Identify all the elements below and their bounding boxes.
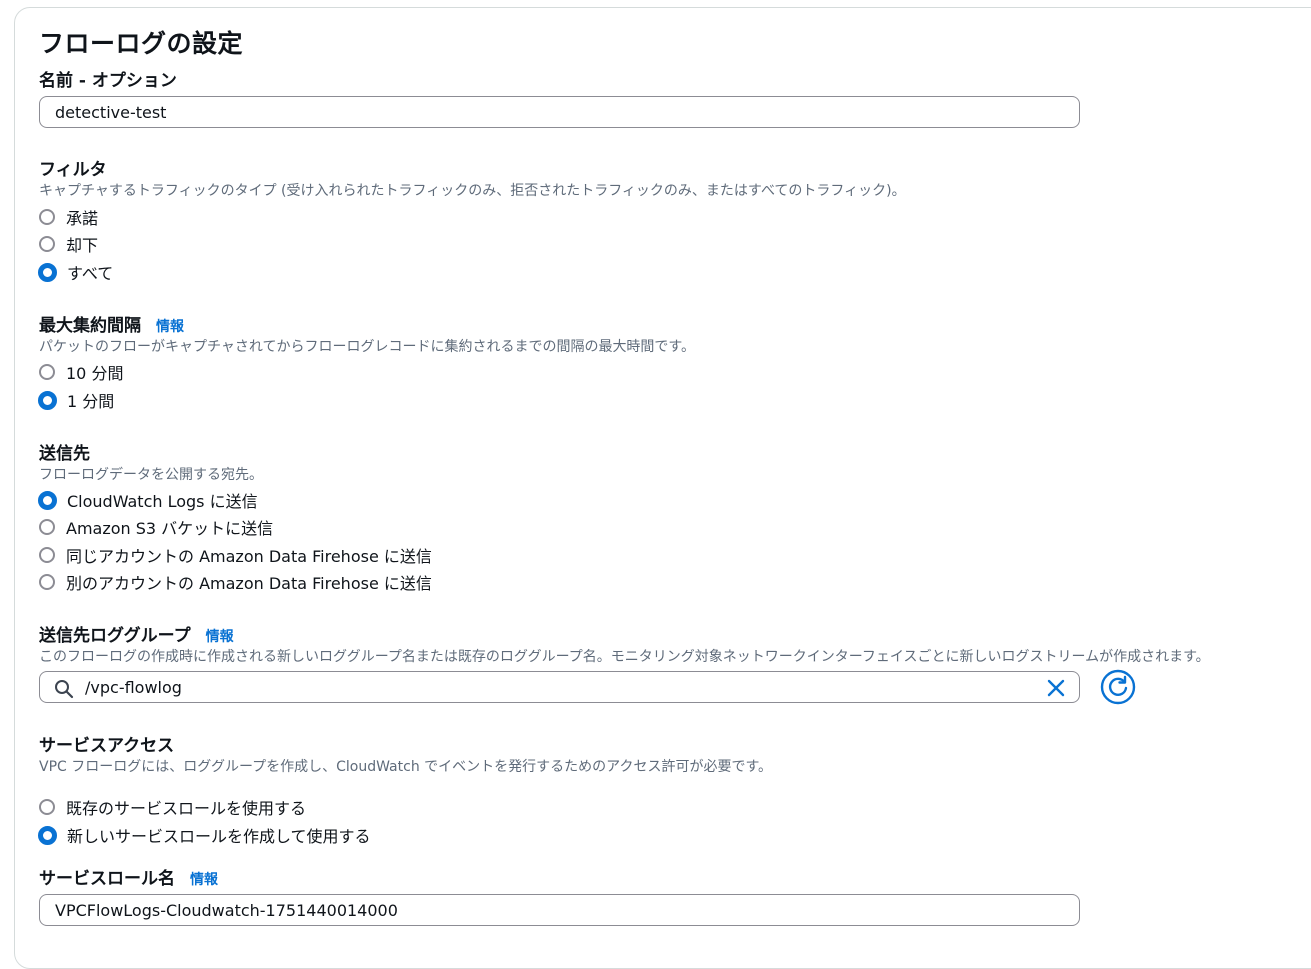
destination-radio-cloudwatch[interactable]: CloudWatch Logs に送信 [38, 488, 258, 512]
service-access-radio-existing[interactable]: 既存のサービスロールを使用する [39, 795, 306, 819]
radio-button[interactable] [39, 799, 55, 815]
name-input[interactable]: detective-test [39, 96, 1080, 128]
role-name-label: サービスロール名 情報 [39, 864, 218, 889]
service-access-radio-new[interactable]: 新しいサービスロールを作成して使用する [38, 823, 371, 847]
log-group-info-link[interactable]: 情報 [206, 626, 234, 646]
aggregation-info-link[interactable]: 情報 [156, 316, 184, 336]
role-name-info-link[interactable]: 情報 [190, 869, 218, 889]
filter-radio-accept[interactable]: 承諾 [39, 205, 98, 229]
role-name-input-value: VPCFlowLogs-Cloudwatch-1751440014000 [55, 900, 398, 920]
service-access-option-label: 新しいサービスロールを作成して使用する [67, 827, 371, 846]
service-access-label: サービスアクセス [39, 731, 174, 756]
radio-button-selected[interactable] [38, 262, 57, 282]
section-title: フローログの設定 [39, 29, 244, 58]
filter-label: フィルタ [39, 155, 107, 180]
log-group-description: このフローログの作成時に作成される新しいロググループ名または既存のロググループ名… [39, 649, 1210, 665]
filter-option-label: 承諾 [66, 209, 99, 228]
filter-radio-all[interactable]: すべて [38, 260, 114, 284]
name-field-label: 名前 - オプション [39, 66, 177, 91]
refresh-icon[interactable] [1100, 669, 1136, 705]
log-group-label-text: 送信先ロググループ [39, 626, 191, 646]
service-access-label-text: サービスアクセス [39, 736, 175, 756]
filter-radio-reject[interactable]: 却下 [39, 232, 98, 256]
filter-option-label: すべて [67, 264, 114, 283]
log-group-label: 送信先ロググループ 情報 [39, 621, 234, 646]
radio-button-selected[interactable] [38, 825, 57, 845]
destination-radio-firehose-same[interactable]: 同じアカウントの Amazon Data Firehose に送信 [39, 543, 432, 567]
aggregation-option-label: 1 分間 [67, 392, 115, 411]
log-group-search-input[interactable]: /vpc-flowlog [39, 671, 1080, 703]
destination-label-text: 送信先 [39, 444, 90, 464]
aggregation-label-text: 最大集約間隔 [39, 316, 141, 336]
destination-description: フローログデータを公開する宛先。 [39, 467, 263, 483]
destination-option-label: Amazon S3 バケットに送信 [66, 519, 274, 538]
destination-radio-firehose-other[interactable]: 別のアカウントの Amazon Data Firehose に送信 [39, 570, 432, 594]
destination-radio-s3[interactable]: Amazon S3 バケットに送信 [39, 515, 273, 539]
name-field-label-text: 名前 - オプション [39, 71, 177, 91]
radio-button[interactable] [39, 574, 55, 590]
radio-button[interactable] [39, 209, 55, 225]
close-icon[interactable] [1044, 677, 1068, 699]
destination-label: 送信先 [39, 439, 90, 464]
filter-label-text: フィルタ [39, 160, 107, 180]
destination-option-label: 別のアカウントの Amazon Data Firehose に送信 [66, 574, 432, 593]
radio-button[interactable] [39, 236, 55, 252]
aggregation-option-label: 10 分間 [66, 364, 124, 383]
radio-button[interactable] [39, 547, 55, 563]
destination-option-label: CloudWatch Logs に送信 [67, 492, 258, 511]
radio-button-selected[interactable] [38, 390, 57, 410]
radio-button-selected[interactable] [38, 490, 57, 510]
filter-description: キャプチャするトラフィックのタイプ (受け入れられたトラフィックのみ、拒否された… [39, 183, 906, 199]
destination-option-label: 同じアカウントの Amazon Data Firehose に送信 [66, 547, 432, 566]
service-access-option-label: 既存のサービスロールを使用する [66, 799, 307, 818]
aggregation-description: パケットのフローがキャプチャされてからフローログレコードに集約されるまでの間隔の… [39, 339, 696, 355]
aggregation-label: 最大集約間隔 情報 [39, 311, 184, 336]
aggregation-radio-10min[interactable]: 10 分間 [39, 360, 123, 384]
name-input-value: detective-test [55, 102, 167, 122]
radio-button[interactable] [39, 364, 55, 380]
service-access-description: VPC フローログには、ロググループを作成し、CloudWatch でイベントを… [39, 759, 773, 775]
role-name-input[interactable]: VPCFlowLogs-Cloudwatch-1751440014000 [39, 894, 1080, 926]
search-icon [54, 679, 74, 699]
filter-option-label: 却下 [66, 236, 99, 255]
radio-button[interactable] [39, 519, 55, 535]
role-name-label-text: サービスロール名 [39, 869, 175, 889]
aggregation-radio-1min[interactable]: 1 分間 [38, 388, 115, 412]
